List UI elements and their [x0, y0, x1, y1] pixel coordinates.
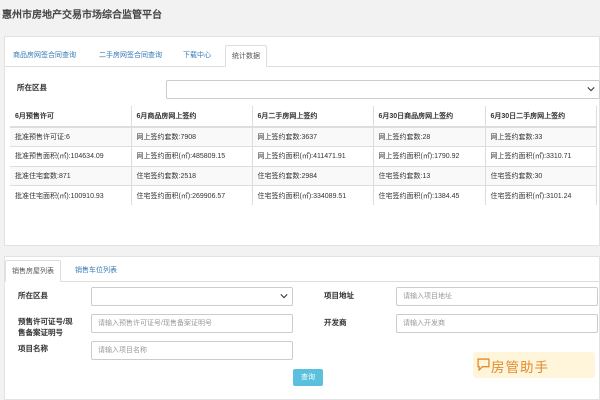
district-select[interactable] — [91, 287, 293, 306]
column-header: 6月30日商品房网上签约 — [373, 106, 486, 128]
table-cell: 网上签约套数:7908 — [131, 126, 253, 147]
table-row: 批准预售许可证:6 网上签约套数:7908 网上签约套数:3637 网上签约套数… — [10, 126, 597, 147]
permit-label-line1: 预售许可证号/现 — [18, 317, 73, 326]
table-cell: 住宅签约面积(㎡):1384.45 — [373, 185, 486, 205]
table-cell: 批准预售许可证:6 — [10, 126, 132, 147]
permit-number-input[interactable]: 请输入预售许可证号/现售备案证明号 — [91, 314, 293, 333]
project-name-label: 项目名称 — [18, 344, 48, 353]
main-tabs: 商品房网签合同查询 二手房网签合同查询 下载中心 统计数据 — [5, 45, 600, 67]
project-name-input[interactable]: 请输入项目名称 — [91, 341, 293, 360]
table-cell: 网上签约面积(㎡):3310.71 — [485, 146, 597, 166]
table-cell: 住宅签约套数:13 — [373, 165, 486, 186]
table-cell: 住宅签约套数:30 — [485, 165, 597, 186]
watermark-text: 房管助手 — [491, 360, 549, 375]
table-cell: 网上签约套数:3637 — [252, 126, 374, 147]
developer-label: 开发商 — [324, 318, 347, 327]
table-cell: 住宅签约套数:2518 — [131, 165, 253, 186]
tab-statistics[interactable]: 统计数据 — [225, 45, 267, 67]
stats-table: 6月预售许可 6月商品房网上签约 6月二手房网上签约 6月30日商品房网上签约 … — [10, 106, 597, 205]
table-cell: 网上签约套数:33 — [485, 126, 597, 147]
watermark: 房管助手 — [473, 352, 595, 378]
table-cell: 网上签约面积(㎡):1790.92 — [373, 146, 486, 166]
stats-district-select[interactable] — [166, 80, 600, 99]
table-cell: 批准住宅套数:871 — [10, 165, 132, 186]
chevron-down-icon — [587, 87, 595, 92]
table-cell: 住宅签约面积(㎡):334089.51 — [252, 185, 374, 205]
app-title: 惠州市房地产交易市场综合监管平台 — [2, 10, 162, 21]
tab-new-house-contract-query[interactable]: 商品房网签合同查询 — [7, 45, 82, 67]
stats-district-label: 所在区县 — [17, 83, 47, 92]
table-cell: 网上签约套数:28 — [373, 126, 486, 147]
column-header: 6月预售许可 — [10, 106, 132, 128]
address-input[interactable]: 请输入项目地址 — [396, 287, 598, 306]
table-cell: 住宅签约面积(㎡):269906.57 — [131, 185, 253, 205]
tab-sale-house-list[interactable]: 销售房屋列表 — [5, 260, 61, 282]
tab-download-center[interactable]: 下载中心 — [177, 45, 217, 67]
table-cell: 住宅签约面积(㎡):3101.24 — [485, 185, 597, 205]
table-header-row: 6月预售许可 6月商品房网上签约 6月二手房网上签约 6月30日商品房网上签约 … — [10, 106, 597, 128]
tab-second-hand-contract-query[interactable]: 二手房网签合同查询 — [93, 45, 168, 67]
developer-input[interactable]: 请输入开发商 — [396, 314, 598, 333]
column-header: 6月30日二手房网上签约 — [485, 106, 597, 128]
table-row: 批准预售面积(㎡):104634.09 网上签约面积(㎡):485809.15 … — [10, 146, 597, 166]
chat-bubble-icon — [477, 358, 490, 371]
column-header: 6月商品房网上签约 — [131, 106, 253, 128]
table-cell: 网上签约面积(㎡):411471.91 — [252, 146, 374, 166]
tab-sale-parking-list[interactable]: 销售车位列表 — [69, 260, 123, 282]
address-label: 项目地址 — [324, 291, 354, 300]
table-cell: 网上签约面积(㎡):485809.15 — [131, 146, 253, 166]
column-header: 6月二手房网上签约 — [252, 106, 374, 128]
district-label: 所在区县 — [18, 291, 48, 300]
table-row: 批准住宅套数:871 住宅签约套数:2518 住宅签约套数:2984 住宅签约套… — [10, 165, 597, 186]
table-cell: 批准预售面积(㎡):104634.09 — [10, 146, 132, 166]
permit-label-line2: 售备案证明号 — [18, 328, 63, 337]
table-row: 批准住宅面积(㎡):100910.93 住宅签约面积(㎡):269906.57 … — [10, 185, 597, 205]
table-cell: 住宅签约套数:2984 — [252, 165, 374, 186]
chevron-down-icon — [280, 294, 288, 299]
sub-tabs: 销售房屋列表 销售车位列表 — [5, 260, 600, 282]
app-header: 惠州市房地产交易市场综合监管平台 — [0, 0, 600, 24]
query-button[interactable]: 查询 — [293, 369, 323, 386]
table-cell: 批准住宅面积(㎡):100910.93 — [10, 185, 132, 205]
